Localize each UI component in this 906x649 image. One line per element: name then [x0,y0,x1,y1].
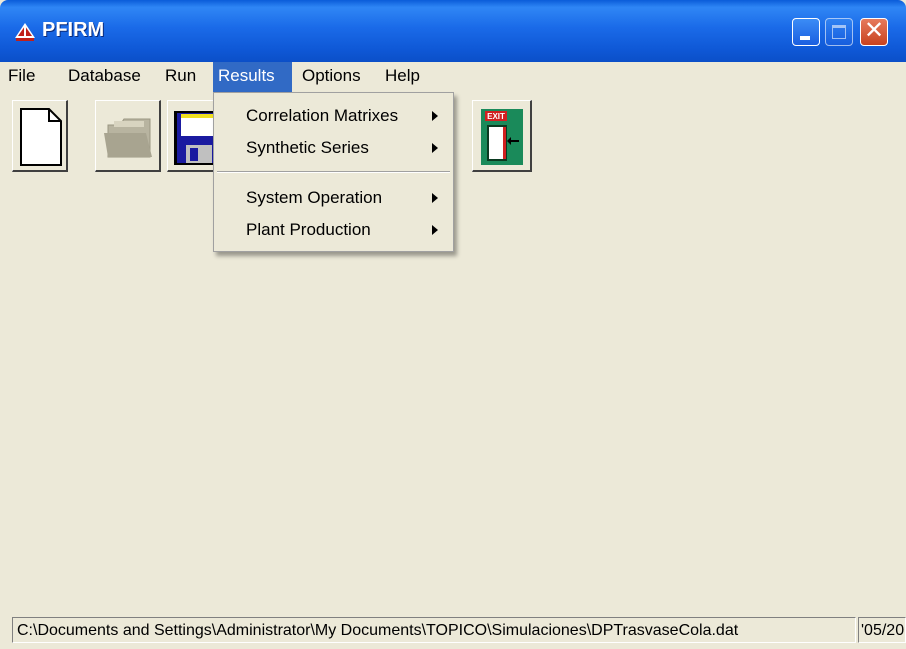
exit-button[interactable]: EXIT [472,100,532,172]
menu-item-plant-production[interactable]: Plant Production [214,215,453,245]
exit-door-icon: EXIT [481,109,523,165]
maximize-button[interactable] [825,18,853,46]
submenu-arrow-icon [432,225,438,235]
submenu-arrow-icon [432,143,438,153]
window-title: PFIRM [42,19,105,41]
status-date: '05/20 [858,617,906,643]
menu-options[interactable]: Options [297,62,366,92]
status-bar: C:\Documents and Settings\Administrator\… [12,617,906,645]
menu-help[interactable]: Help [380,62,425,92]
menu-item-label: System Operation [246,188,383,207]
close-icon: ✕ [863,17,885,44]
title-bar[interactable]: PFIRM ✕ [0,0,906,62]
menu-run[interactable]: Run [160,62,201,92]
app-sailboat-icon [15,23,35,41]
folder-icon [104,118,152,158]
menu-bar: File Database Run Results Options Help [0,62,906,92]
submenu-arrow-icon [432,111,438,121]
blank-page-icon [20,108,62,166]
results-dropdown-menu: Correlation Matrixes Synthetic Series Sy… [213,92,454,252]
exit-sign-text: EXIT [487,112,505,121]
app-window: PFIRM ✕ File Database Run Results Option… [0,0,906,649]
menu-results[interactable]: Results [213,62,292,92]
minimize-button[interactable] [792,18,820,46]
main-client-area [8,182,900,614]
minimize-icon [800,36,810,40]
close-button[interactable]: ✕ [860,18,888,46]
maximize-icon [832,25,846,39]
menu-item-correlation-matrixes[interactable]: Correlation Matrixes [214,101,453,131]
menu-separator [217,171,450,173]
submenu-arrow-icon [432,193,438,203]
menu-item-system-operation[interactable]: System Operation [214,183,453,213]
menu-item-label: Plant Production [246,220,371,239]
menu-item-label: Synthetic Series [246,138,369,157]
status-file-path: C:\Documents and Settings\Administrator\… [12,617,856,643]
floppy-disk-icon [174,111,218,165]
menu-item-label: Correlation Matrixes [246,106,399,125]
menu-file[interactable]: File [3,62,40,92]
menu-item-synthetic-series[interactable]: Synthetic Series [214,133,453,163]
open-folder-button[interactable] [95,100,161,172]
menu-database[interactable]: Database [63,62,146,92]
new-file-button[interactable] [12,100,68,172]
